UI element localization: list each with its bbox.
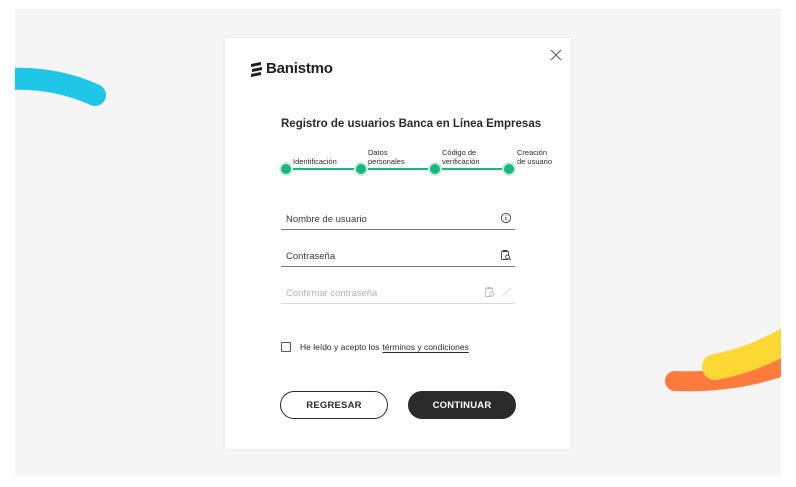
continue-button[interactable]: CONTINUAR [408, 391, 516, 419]
username-field[interactable]: Nombre de usuario [281, 208, 515, 230]
cyan-swoosh [15, 67, 106, 106]
confirm-password-input[interactable] [281, 282, 515, 303]
banistmo-logo-icon [251, 61, 262, 77]
password-input[interactable] [281, 245, 515, 266]
terms-checkbox[interactable] [281, 342, 291, 352]
progress-stepper: Identificación Datos personales Código d… [281, 146, 571, 186]
terms-link[interactable]: términos y condiciones [382, 342, 468, 352]
check-icon [502, 287, 512, 297]
yellow-swoosh [702, 328, 781, 380]
close-icon[interactable] [548, 47, 564, 63]
show-password-icon[interactable] [500, 249, 512, 261]
step-label-creacion-usuario: Creación de usuario [517, 148, 553, 166]
username-input[interactable] [281, 208, 515, 229]
brand-name: Banistmo [266, 60, 333, 77]
registration-modal: Banistmo Registro de usuarios Banca en L… [225, 38, 571, 449]
password-field[interactable]: Contraseña [281, 245, 515, 267]
form-title: Registro de usuarios Banca en Línea Empr… [281, 118, 542, 130]
terms-text: He leído y acepto los [300, 342, 380, 352]
step-label-codigo-verificacion: Código de verificación [442, 148, 480, 166]
brand-logo: Banistmo [250, 60, 333, 77]
step-dot-identificacion [281, 164, 291, 174]
confirm-password-field[interactable]: Confirmar contraseña [281, 282, 515, 304]
step-label-identificacion: Identificación [293, 157, 337, 166]
info-icon[interactable] [500, 212, 512, 224]
terms-row: He leído y acepto los términos y condici… [281, 342, 469, 352]
step-dot-creacion-usuario [504, 164, 514, 174]
back-button[interactable]: REGRESAR [280, 391, 388, 419]
stepper-line [286, 168, 509, 170]
step-dot-datos-personales [356, 164, 366, 174]
step-label-datos-personales: Datos personales [368, 148, 405, 166]
step-dot-codigo-verificacion [430, 164, 440, 174]
show-password-icon[interactable] [484, 286, 496, 298]
